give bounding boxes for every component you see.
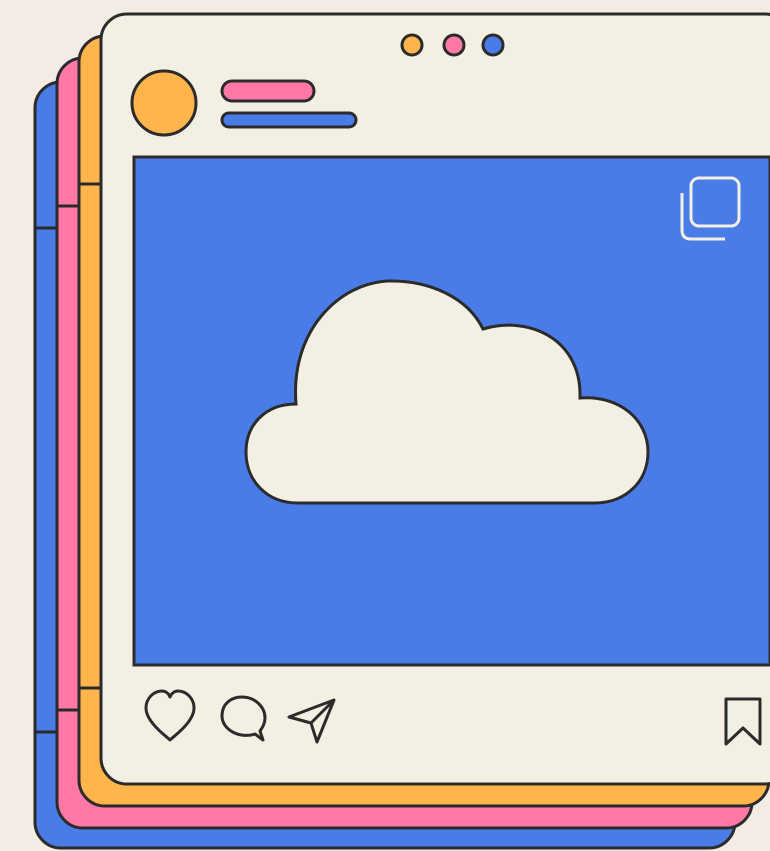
username-line-pink [220, 79, 316, 103]
dot-blue-icon[interactable] [481, 33, 505, 57]
window-dots [400, 33, 505, 57]
dot-pink-icon[interactable] [442, 33, 466, 57]
instagram-post-illustration [0, 0, 770, 851]
avatar[interactable] [130, 69, 198, 137]
username-line-blue [220, 111, 358, 129]
dot-orange-icon[interactable] [400, 33, 424, 57]
